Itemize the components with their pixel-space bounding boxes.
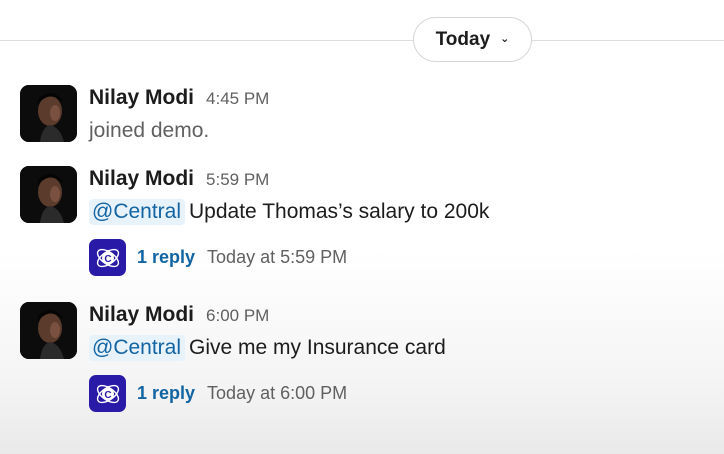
- user-photo-icon: [20, 85, 77, 142]
- mention-link[interactable]: @Central: [89, 335, 186, 361]
- last-reply-time: Today at 5:59 PM: [207, 247, 348, 267]
- message-text: Give me my Insurance card: [189, 336, 446, 359]
- message-author[interactable]: Nilay Modi: [89, 86, 194, 110]
- central-app-icon: C: [89, 375, 126, 412]
- message-author[interactable]: Nilay Modi: [89, 167, 194, 191]
- reply-count-link[interactable]: 1 reply: [137, 383, 195, 404]
- svg-text:C: C: [104, 254, 111, 265]
- last-reply-time: Today at 6:00 PM: [207, 383, 348, 403]
- avatar[interactable]: [20, 166, 77, 223]
- message-text: joined demo.: [89, 119, 210, 142]
- chevron-down-icon: ⌄: [500, 33, 510, 45]
- date-divider-label: Today: [435, 28, 491, 50]
- message-author[interactable]: Nilay Modi: [89, 303, 194, 327]
- message-timestamp[interactable]: 6:00 PM: [206, 306, 269, 326]
- message-text: Update Thomas’s salary to 200k: [189, 200, 490, 223]
- avatar[interactable]: [20, 85, 77, 142]
- thread-summary[interactable]: C 1 reply Today at 5:59 PM: [89, 239, 347, 276]
- date-divider-line: [0, 40, 724, 41]
- message-timestamp[interactable]: 5:59 PM: [206, 170, 269, 190]
- message-timestamp[interactable]: 4:45 PM: [206, 89, 269, 109]
- user-photo-icon: [20, 166, 77, 223]
- mention-link[interactable]: @Central: [89, 199, 186, 225]
- svg-text:C: C: [104, 390, 111, 401]
- date-divider-button[interactable]: Today ⌄: [413, 17, 532, 62]
- avatar[interactable]: [20, 302, 77, 359]
- thread-summary[interactable]: C 1 reply Today at 6:00 PM: [89, 375, 347, 412]
- user-photo-icon: [20, 302, 77, 359]
- central-app-icon: C: [89, 239, 126, 276]
- reply-count-link[interactable]: 1 reply: [137, 247, 195, 268]
- message-text-container: @Central Give me my Insurance card: [89, 335, 446, 361]
- message-text-container: @Central Update Thomas’s salary to 200k: [89, 199, 490, 225]
